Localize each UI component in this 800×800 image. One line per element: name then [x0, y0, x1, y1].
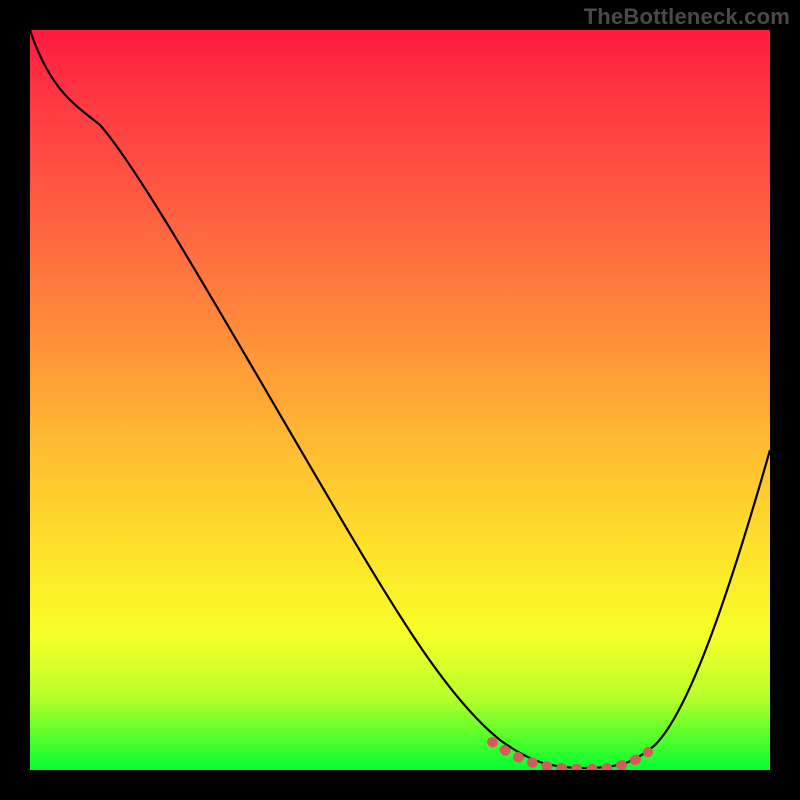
- plot-area: [30, 30, 770, 770]
- watermark-text: TheBottleneck.com: [584, 4, 790, 30]
- curve-svg: [30, 30, 770, 770]
- highlight-trough: [492, 742, 648, 769]
- chart-frame: TheBottleneck.com: [0, 0, 800, 800]
- bottleneck-curve: [30, 30, 770, 768]
